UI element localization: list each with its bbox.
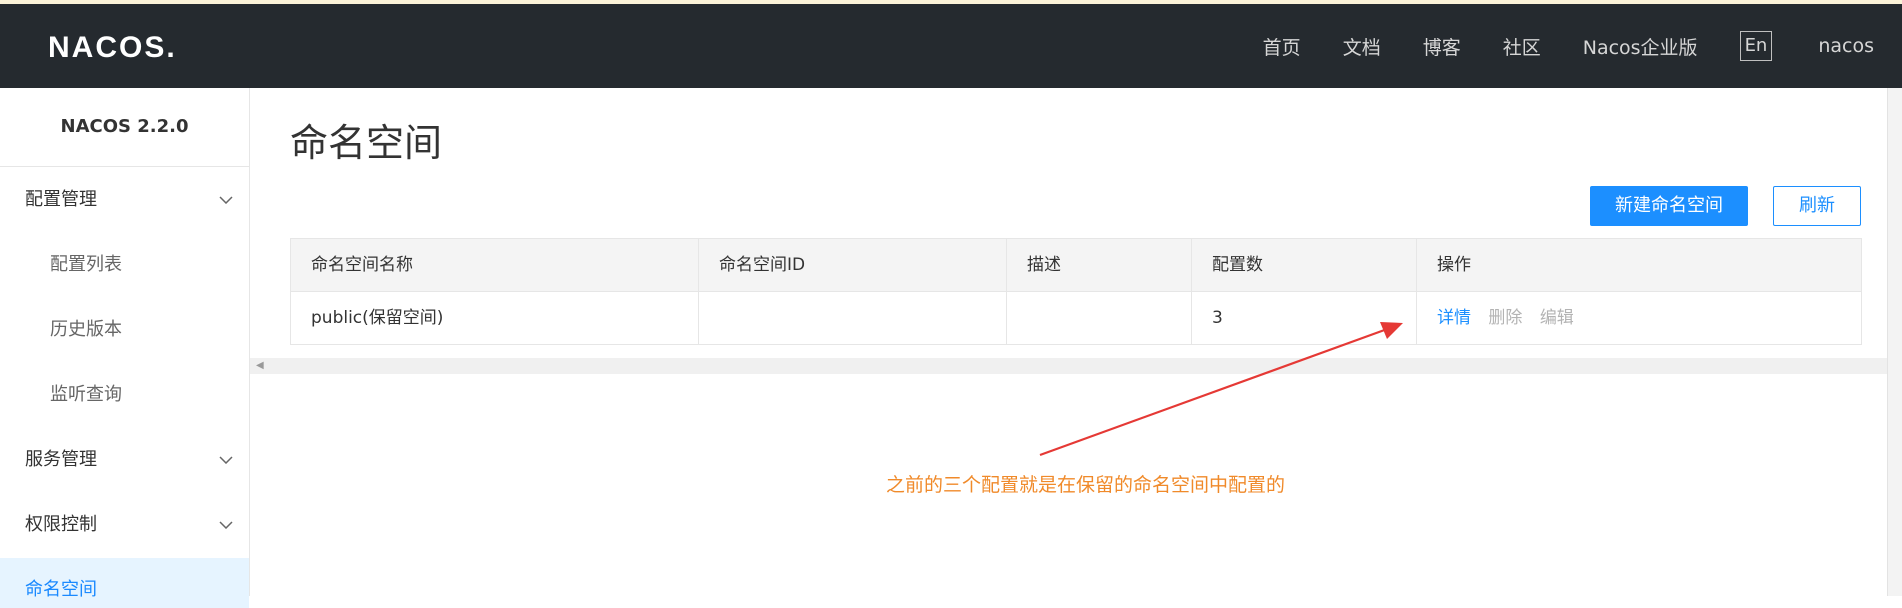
column-header: 配置数 (1192, 239, 1417, 291)
top-navbar: NACOS. 首页 文档 博客 社区 Nacos企业版 En nacos (0, 4, 1902, 88)
scroll-left-icon[interactable]: ◀ (256, 358, 264, 374)
column-header: 操作 (1437, 255, 1471, 275)
main-content: 命名空间 新建命名空间 刷新 命名空间名称 命名空间ID 描述 配置数 操作 p… (250, 88, 1902, 596)
user-menu[interactable]: nacos (1818, 35, 1874, 57)
chevron-down-icon (219, 427, 233, 492)
edit-link[interactable]: 编辑 (1540, 308, 1574, 328)
vertical-scrollbar[interactable] (1887, 88, 1902, 596)
config-count-cell: 3 (1192, 292, 1417, 344)
nav-blog[interactable]: 博客 (1423, 33, 1461, 60)
sidebar: NACOS 2.2.0 配置管理 配置列表 历史版本 监听查询 服务管理 权限控… (0, 88, 250, 608)
nacos-logo[interactable]: NACOS. (48, 28, 177, 68)
actions-cell: 详情 删除 编辑 (1417, 292, 1861, 344)
namespace-id-cell (699, 292, 1007, 344)
detail-link[interactable]: 详情 (1437, 308, 1471, 328)
create-namespace-button[interactable]: 新建命名空间 (1590, 186, 1748, 226)
refresh-button[interactable]: 刷新 (1773, 186, 1861, 226)
sidebar-group-label: 配置管理 (25, 189, 97, 210)
sidebar-item-config-list[interactable]: 配置列表 (0, 232, 249, 297)
nav-enterprise[interactable]: Nacos企业版 (1583, 33, 1698, 60)
sidebar-group-service[interactable]: 服务管理 (0, 427, 249, 492)
column-header: 命名空间名称 (291, 239, 699, 291)
horizontal-scrollbar[interactable]: ◀ ▶ (250, 358, 1902, 374)
chevron-down-icon (219, 167, 233, 232)
annotation-text: 之前的三个配置就是在保留的命名空间中配置的 (886, 474, 1286, 496)
top-nav: 首页 文档 博客 社区 Nacos企业版 En nacos (1263, 4, 1902, 88)
description-cell (1007, 292, 1192, 344)
namespace-table: 命名空间名称 命名空间ID 描述 配置数 操作 public(保留空间) 3 详… (290, 238, 1862, 345)
nav-community[interactable]: 社区 (1503, 33, 1541, 60)
nav-home[interactable]: 首页 (1263, 33, 1301, 60)
sidebar-group-label: 服务管理 (25, 449, 97, 470)
sidebar-group-label: 权限控制 (25, 514, 97, 535)
chevron-down-icon (219, 492, 233, 557)
sidebar-item-listener-query[interactable]: 监听查询 (0, 362, 249, 427)
sidebar-group-config[interactable]: 配置管理 (0, 167, 249, 232)
table-header: 命名空间名称 命名空间ID 描述 配置数 操作 (291, 239, 1861, 292)
page-title: 命名空间 (290, 121, 443, 165)
namespace-name-cell: public(保留空间) (291, 292, 699, 344)
table-row: public(保留空间) 3 详情 删除 编辑 (291, 292, 1861, 344)
version-label: NACOS 2.2.0 (0, 88, 249, 167)
column-header: 描述 (1007, 239, 1192, 291)
delete-link[interactable]: 删除 (1488, 308, 1522, 328)
sidebar-item-history[interactable]: 历史版本 (0, 297, 249, 362)
nav-docs[interactable]: 文档 (1343, 33, 1381, 60)
sidebar-item-namespace[interactable]: 命名空间 (0, 558, 249, 608)
column-header: 命名空间ID (699, 239, 1007, 291)
sidebar-group-auth[interactable]: 权限控制 (0, 492, 249, 557)
language-toggle[interactable]: En (1739, 31, 1773, 61)
logo-text: NACOS. (48, 31, 177, 64)
